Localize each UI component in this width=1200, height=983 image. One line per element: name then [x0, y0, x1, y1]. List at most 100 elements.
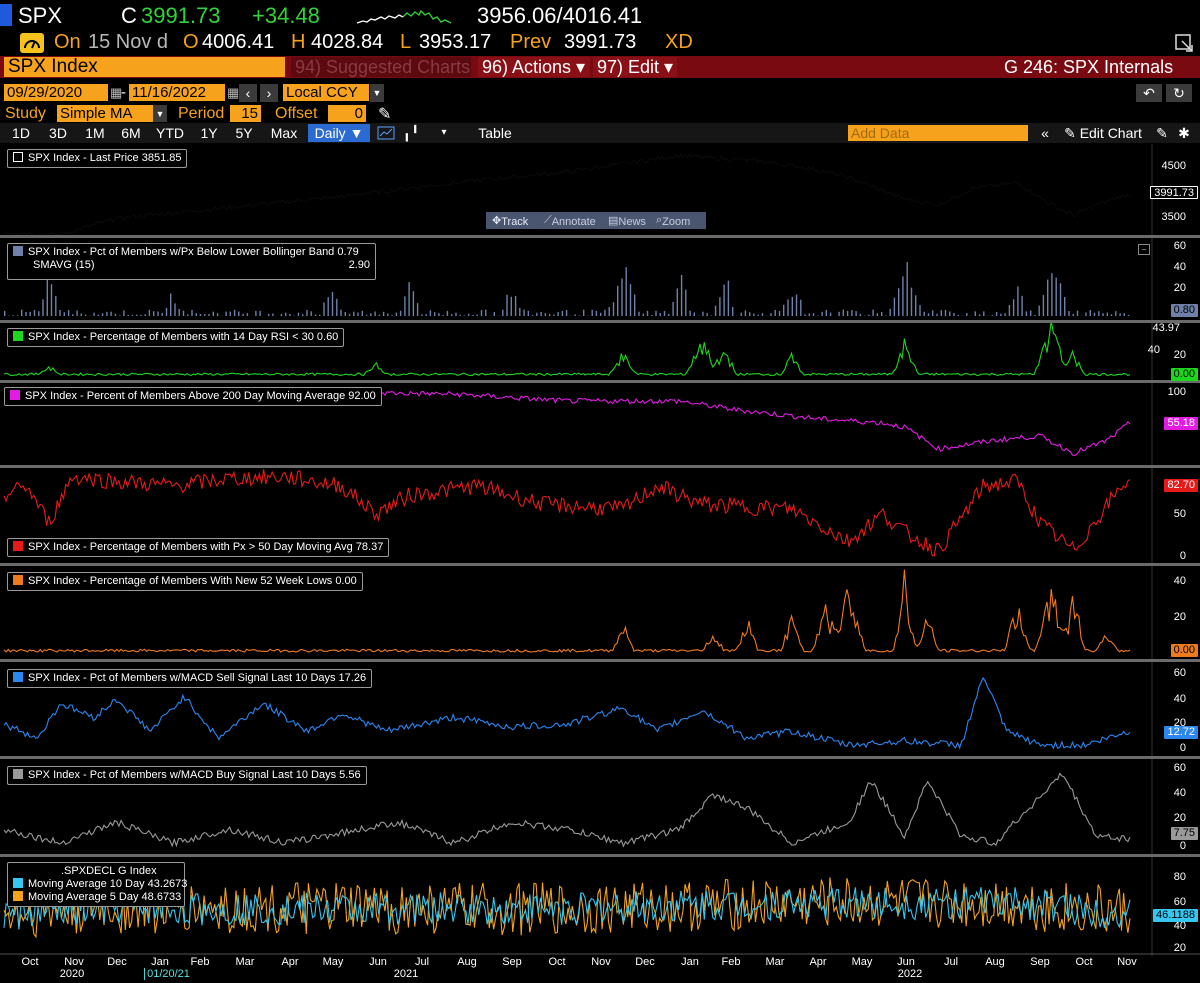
- range-button-1y[interactable]: 1Y: [194, 124, 224, 142]
- refresh-icon[interactable]: ↻: [1166, 84, 1192, 102]
- table-button[interactable]: Table: [460, 124, 530, 142]
- suggested-charts-menu[interactable]: 94) Suggested Charts: [291, 57, 471, 77]
- legend-bollinger: SPX Index - Pct of Members w/Px Below Lo…: [7, 243, 376, 280]
- expand-icon[interactable]: −: [1138, 244, 1150, 255]
- security-field[interactable]: SPX Index: [4, 57, 285, 77]
- undo-icon[interactable]: ↶: [1136, 84, 1162, 102]
- last-value-box: 12.72: [1164, 726, 1198, 739]
- x-month-label: Jan: [151, 956, 169, 968]
- chevron-down-icon[interactable]: ▼: [370, 84, 384, 102]
- popout-icon[interactable]: [1174, 33, 1196, 53]
- bollinger-bar: [127, 315, 129, 316]
- prev-period-button[interactable]: ‹: [239, 84, 257, 102]
- range-button-1d[interactable]: 1D: [4, 124, 38, 142]
- bollinger-bar: [651, 315, 653, 316]
- x-month-label: Oct: [21, 956, 39, 968]
- y-tick-label: 80: [1173, 871, 1186, 883]
- range-button-ytd[interactable]: YTD: [150, 124, 190, 142]
- news-tool[interactable]: ▤ News: [608, 214, 646, 228]
- track-tool[interactable]: ✥ Track: [492, 214, 528, 228]
- bollinger-bar: [714, 305, 717, 316]
- edit-menu[interactable]: 97) Edit ▾: [593, 57, 677, 77]
- line-chart-icon[interactable]: [374, 124, 398, 142]
- bollinger-bar: [787, 299, 789, 316]
- bollinger-bar: [451, 314, 453, 316]
- bollinger-bar: [634, 294, 636, 316]
- y-tick-label: 60: [1173, 762, 1186, 774]
- bollinger-bar: [399, 310, 402, 316]
- legend-rsi: SPX Index - Percentage of Members with 1…: [7, 328, 345, 347]
- edit-chart-button[interactable]: ✎ Edit Chart: [1058, 124, 1148, 142]
- range-button-5y[interactable]: 5Y: [228, 124, 260, 142]
- gauge-icon[interactable]: [20, 33, 44, 53]
- period-input[interactable]: 15: [230, 105, 261, 122]
- bollinger-bar: [340, 309, 342, 316]
- x-month-label: May: [851, 956, 873, 968]
- study-select[interactable]: Simple MA: [57, 105, 153, 122]
- pencil-icon[interactable]: ✎: [378, 104, 391, 124]
- bollinger-bar: [680, 275, 683, 316]
- bollinger-bar: [795, 294, 798, 316]
- bollinger-bar: [642, 313, 644, 316]
- bollinger-bar: [12, 315, 14, 316]
- bollinger-bar: [1123, 313, 1125, 316]
- x-month-label: Aug: [985, 956, 1005, 968]
- bollinger-bar: [770, 313, 772, 316]
- bollinger-bar: [1119, 313, 1121, 316]
- bollinger-bar: [412, 291, 415, 316]
- collapse-icon[interactable]: «: [1036, 124, 1054, 142]
- bollinger-bar: [519, 308, 521, 316]
- bollinger-bar: [902, 276, 904, 316]
- bollinger-bar: [761, 313, 764, 316]
- currency-select[interactable]: Local CCY: [283, 84, 369, 101]
- offset-input[interactable]: 0: [328, 105, 366, 122]
- quote-line-1: SPX C 3991.73 +34.48 3956.06/4016.41: [0, 0, 1200, 31]
- legend-spxdecl: .SPXDECL G Index Moving Average 10 Day 4…: [7, 862, 188, 907]
- bollinger-bar: [600, 312, 602, 316]
- end-date-field[interactable]: 11/16/2022: [129, 84, 225, 101]
- bollinger-bar: [915, 295, 917, 316]
- bollinger-bar: [1098, 311, 1100, 316]
- bollinger-bar: [1021, 295, 1023, 316]
- add-data-input[interactable]: Add Data: [848, 125, 1028, 141]
- bollinger-bar: [612, 302, 615, 316]
- annotate-icon[interactable]: ✎: [1154, 124, 1170, 142]
- zoom-tool[interactable]: ⌕ Zoom: [656, 214, 690, 228]
- bollinger-bar: [1012, 299, 1015, 316]
- bollinger-bar: [595, 310, 598, 316]
- bollinger-bar: [472, 315, 474, 316]
- legend-text: SPX Index - Pct of Members w/MACD Sell S…: [28, 672, 367, 684]
- start-date-field[interactable]: 09/29/2020: [4, 84, 108, 101]
- range-button-max[interactable]: Max: [264, 124, 304, 142]
- x-year-label: 01/20/21: [144, 968, 190, 980]
- range-button-3d[interactable]: 3D: [40, 124, 76, 142]
- frequency-select[interactable]: Daily ▼: [308, 124, 370, 142]
- range-button-1m[interactable]: 1M: [78, 124, 112, 142]
- bollinger-bar: [842, 309, 844, 316]
- bollinger-bar: [1047, 279, 1049, 316]
- bollinger-bar: [29, 311, 31, 316]
- bollinger-bar: [63, 312, 65, 316]
- legend-macd-buy: SPX Index - Pct of Members w/MACD Buy Si…: [7, 766, 367, 785]
- bollinger-bar: [361, 310, 363, 316]
- legend-text: SPX Index - Last Price 3851.85: [28, 152, 182, 164]
- bollinger-bar: [1017, 286, 1019, 316]
- gear-icon[interactable]: ✱: [1176, 124, 1192, 142]
- panel-divider: [0, 659, 1200, 662]
- chevron-down-icon[interactable]: ▾: [436, 124, 452, 142]
- bollinger-bar: [191, 310, 193, 316]
- annotate-tool[interactable]: ⟋ Annotate: [544, 214, 596, 228]
- bollinger-bar: [187, 314, 189, 316]
- calendar-icon[interactable]: ▦: [227, 85, 239, 101]
- bollinger-bar: [382, 311, 385, 316]
- bollinger-bar: [310, 311, 312, 316]
- y-tick-label: 0: [1179, 840, 1186, 852]
- actions-menu[interactable]: 96) Actions ▾: [478, 57, 590, 77]
- next-period-button[interactable]: ›: [260, 84, 278, 102]
- range-button-6m[interactable]: 6M: [114, 124, 148, 142]
- bar-chart-icon[interactable]: ╻╹: [400, 124, 422, 142]
- chevron-down-icon[interactable]: ▼: [153, 105, 167, 122]
- bollinger-bar: [101, 313, 104, 316]
- legend-ma10: Moving Average 10 Day 43.2673: [28, 878, 188, 890]
- bollinger-bar: [144, 314, 146, 316]
